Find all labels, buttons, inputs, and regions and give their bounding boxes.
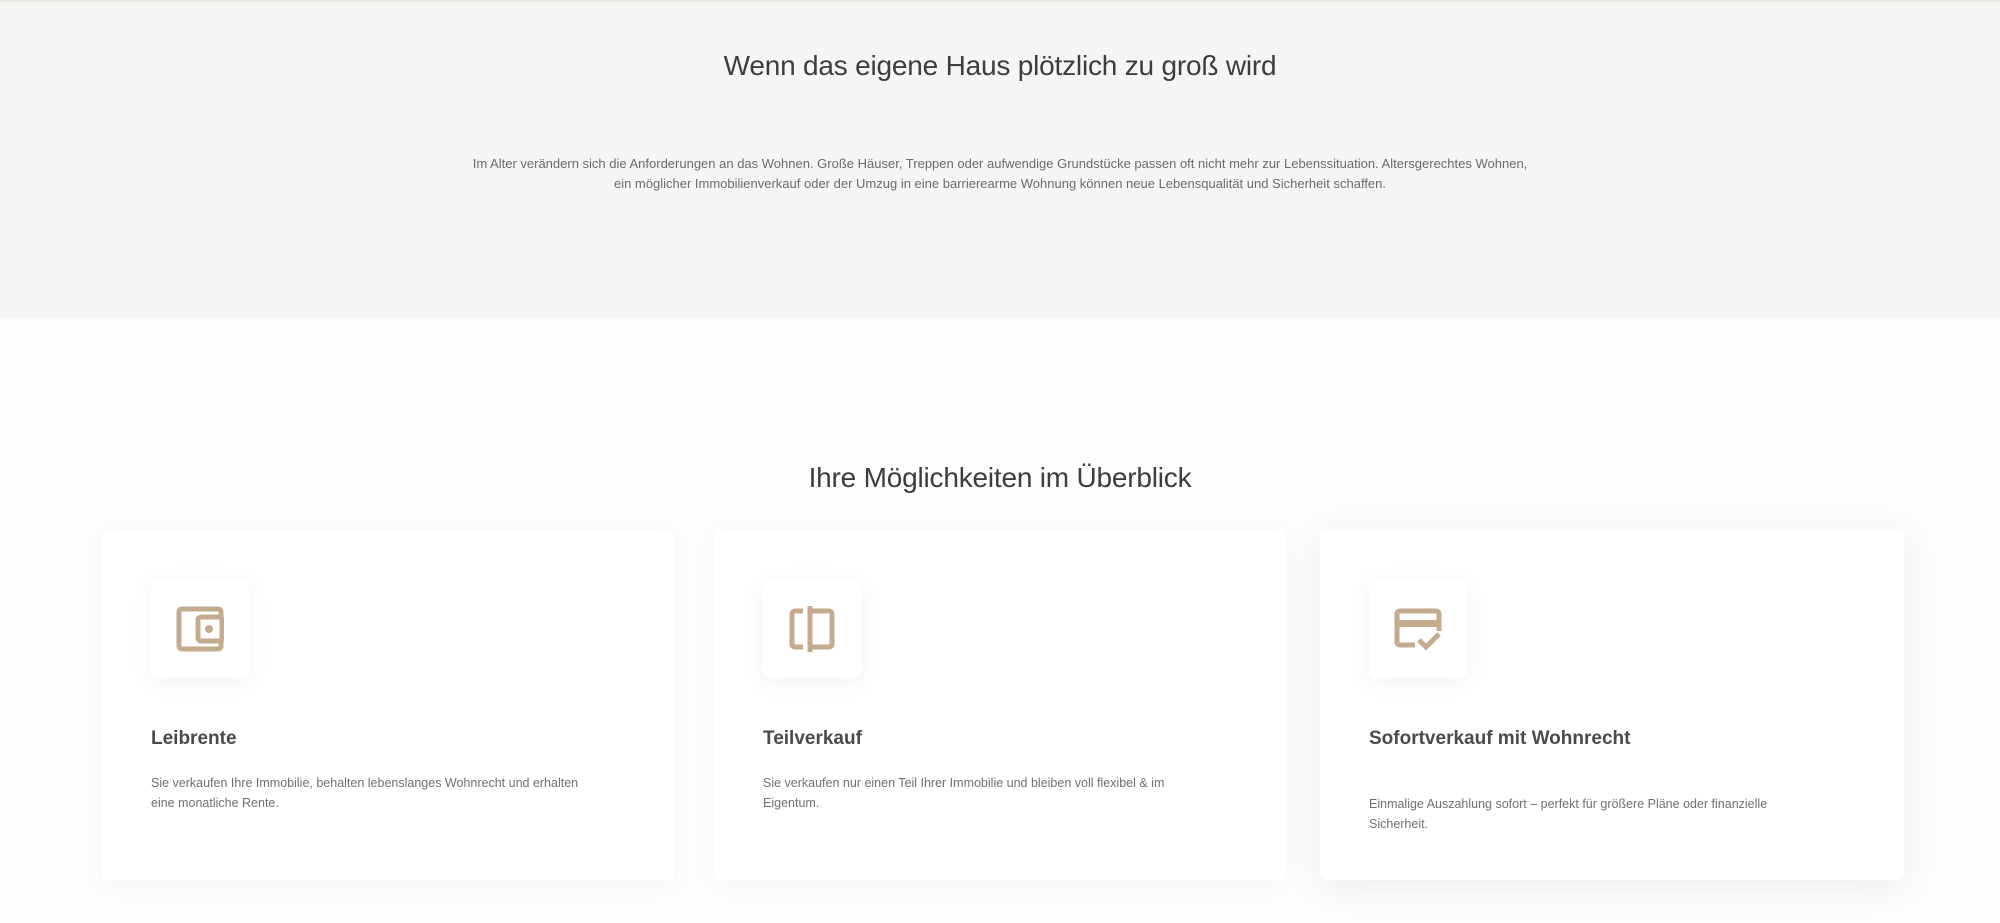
option-text: Sie verkaufen Ihre Immobilie, behalten l…: [151, 776, 579, 810]
option-card-leibrente[interactable]: Leibrente Sie verkaufen Ihre Immobilie, …: [102, 530, 674, 880]
option-card-sofortverkauf[interactable]: Sofortverkauf mit Wohnrecht Einmalige Au…: [1320, 530, 1904, 880]
option-text: Einmalige Auszahlung sofort – perfekt fü…: [1369, 797, 1768, 831]
option-icon-box: [763, 580, 861, 678]
option-title: Sofortverkauf mit Wohnrecht: [1369, 728, 1631, 749]
hero-title: Wenn das eigene Haus plötzlich zu groß w…: [723, 50, 1277, 81]
hero-text-line2: ein möglicher Immobilienverkauf oder der…: [613, 176, 1387, 191]
option-icon-box: [1369, 580, 1467, 678]
hero-section: Wenn das eigene Haus plötzlich zu groß w…: [0, 0, 2000, 318]
option-text: Sie verkaufen nur einen Teil Ihrer Immob…: [763, 776, 1165, 810]
option-card-teilverkauf[interactable]: Teilverkauf Sie verkaufen nur einen Teil…: [714, 530, 1286, 880]
option-icon-box: [151, 580, 249, 678]
card-check-icon: [1394, 608, 1442, 651]
hero-text: Im Alter verändern sich die Anforderunge…: [470, 154, 1530, 194]
wallet-icon: [176, 606, 224, 652]
option-title: Leibrente: [151, 728, 237, 749]
option-title: Teilverkauf: [763, 728, 862, 749]
hero-text-line1: Im Alter verändern sich die Anforderunge…: [472, 156, 1528, 171]
options-title: Ihre Möglichkeiten im Überblick: [808, 462, 1192, 493]
split-icon: [789, 606, 835, 652]
